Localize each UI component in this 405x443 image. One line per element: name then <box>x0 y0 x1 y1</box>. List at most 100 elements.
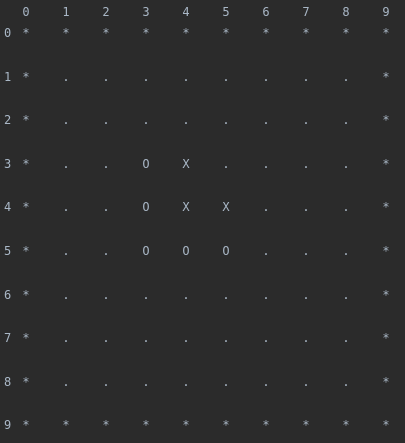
border-cell: * <box>102 26 110 40</box>
border-cell: * <box>382 200 390 215</box>
column-label: 5 <box>222 5 230 19</box>
o-piece-cell: O <box>142 156 150 171</box>
row-label: 9 <box>4 418 12 433</box>
empty-cell: . <box>62 156 70 171</box>
row-label: 8 <box>4 374 12 389</box>
empty-cell: . <box>222 331 230 346</box>
border-cell: * <box>22 200 30 215</box>
empty-cell: . <box>102 113 110 128</box>
board-row: 7 *........ * <box>0 329 405 347</box>
empty-cell: . <box>222 374 230 389</box>
row-label: 7 <box>4 331 12 346</box>
empty-cell: . <box>302 113 310 128</box>
border-cell: * <box>342 418 350 433</box>
column-label: 3 <box>142 5 150 19</box>
empty-cell: . <box>262 244 270 258</box>
empty-cell: . <box>62 244 70 258</box>
empty-cell: . <box>102 331 110 346</box>
column-label: 6 <box>262 5 270 19</box>
board-row: 8 *........ * <box>0 373 405 391</box>
row-label: 1 <box>4 69 12 84</box>
border-cell: * <box>382 374 390 389</box>
border-cell: * <box>142 418 150 433</box>
empty-cell: . <box>302 374 310 389</box>
border-cell: * <box>382 244 390 258</box>
board-row: 0 * * * * * * * * * * <box>0 24 405 42</box>
empty-cell: . <box>302 69 310 84</box>
border-cell: * <box>382 69 390 84</box>
border-cell: * <box>22 113 30 128</box>
empty-cell: . <box>102 200 110 215</box>
empty-cell: . <box>182 69 190 84</box>
empty-cell: . <box>262 287 270 302</box>
empty-cell: . <box>102 156 110 171</box>
column-label: 4 <box>182 5 190 19</box>
border-cell: * <box>382 156 390 171</box>
border-cell: * <box>102 418 110 433</box>
o-piece-cell: O <box>142 200 150 215</box>
empty-cell: . <box>62 374 70 389</box>
empty-cell: . <box>142 113 150 128</box>
border-cell: * <box>62 418 70 433</box>
empty-cell: . <box>262 331 270 346</box>
border-cell: * <box>142 26 150 40</box>
empty-cell: . <box>142 374 150 389</box>
border-cell: * <box>342 26 350 40</box>
empty-cell: . <box>342 331 350 346</box>
empty-cell: . <box>222 113 230 128</box>
empty-cell: . <box>142 331 150 346</box>
border-cell: * <box>262 418 270 433</box>
empty-cell: . <box>222 287 230 302</box>
empty-cell: . <box>342 69 350 84</box>
empty-cell: . <box>342 200 350 215</box>
border-cell: * <box>62 26 70 40</box>
column-label: 8 <box>342 5 350 19</box>
empty-cell: . <box>222 69 230 84</box>
empty-cell: . <box>262 374 270 389</box>
empty-cell: . <box>182 374 190 389</box>
board-row: 3 *.. O X.... * <box>0 155 405 173</box>
empty-cell: . <box>182 287 190 302</box>
x-piece-cell: X <box>182 156 190 171</box>
console-output: 0 1 2 3 4 5 6 7 8 9 0 * * * * * * * * * * 1 *........ * 2 *.....… <box>0 0 405 443</box>
empty-cell: . <box>262 113 270 128</box>
empty-cell: . <box>102 69 110 84</box>
empty-cell: . <box>142 287 150 302</box>
empty-cell: . <box>262 200 270 215</box>
empty-cell: . <box>302 287 310 302</box>
empty-cell: . <box>102 287 110 302</box>
empty-cell: . <box>302 156 310 171</box>
empty-cell: . <box>62 331 70 346</box>
column-label: 9 <box>382 5 390 19</box>
x-piece-cell: X <box>222 200 230 215</box>
board-row: 2 *........ * <box>0 111 405 129</box>
empty-cell: . <box>302 331 310 346</box>
empty-cell: . <box>222 156 230 171</box>
column-header-row: 0 1 2 3 4 5 6 7 8 9 <box>0 3 405 21</box>
border-cell: * <box>262 26 270 40</box>
board-row: 1 *........ * <box>0 68 405 86</box>
border-cell: * <box>182 418 190 433</box>
border-cell: * <box>382 113 390 128</box>
row-label: 3 <box>4 156 12 171</box>
empty-cell: . <box>182 331 190 346</box>
empty-cell: . <box>342 113 350 128</box>
empty-cell: . <box>142 69 150 84</box>
column-label: 2 <box>102 5 110 19</box>
border-cell: * <box>382 418 390 433</box>
empty-cell: . <box>342 287 350 302</box>
border-cell: * <box>22 287 30 302</box>
border-cell: * <box>302 418 310 433</box>
border-cell: * <box>22 26 30 40</box>
board-row: 6 *........ * <box>0 286 405 304</box>
empty-cell: . <box>302 244 310 258</box>
empty-cell: . <box>342 244 350 258</box>
border-cell: * <box>302 26 310 40</box>
empty-cell: . <box>342 156 350 171</box>
o-piece-cell: O <box>222 244 230 258</box>
border-cell: * <box>382 287 390 302</box>
border-cell: * <box>222 418 230 433</box>
border-cell: * <box>22 156 30 171</box>
empty-cell: . <box>302 200 310 215</box>
row-label: 6 <box>4 287 12 302</box>
